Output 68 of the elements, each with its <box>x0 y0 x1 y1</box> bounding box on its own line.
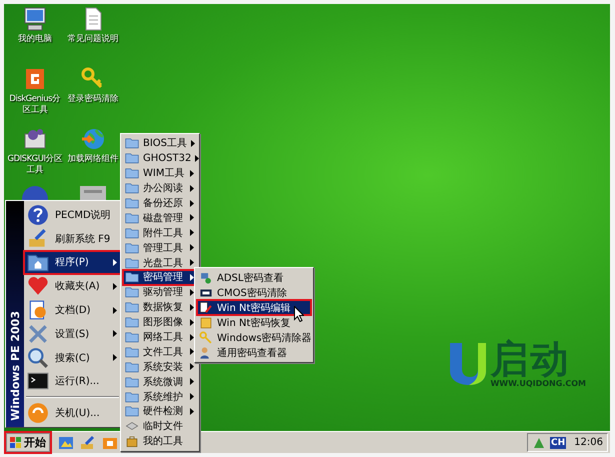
toolbox-icon <box>125 434 139 448</box>
start-menu-band-text: Windows PE 2003 <box>8 311 22 421</box>
start-menu-item[interactable]: 程序(P) <box>24 250 121 274</box>
windows-logo-icon <box>10 437 21 448</box>
mouse-pointer-icon <box>294 306 304 322</box>
start-menu-item[interactable]: PECMD说明 <box>24 203 121 227</box>
submenu-arrow-icon <box>113 330 117 338</box>
heart-icon <box>27 275 49 298</box>
search-icon <box>27 346 49 369</box>
menu-item[interactable]: CMOS密码清除 <box>197 285 311 300</box>
menu-item[interactable]: 密码管理 <box>123 270 197 285</box>
menu-item[interactable]: 我的工具 <box>123 434 197 449</box>
menu-item[interactable]: 图形图像 <box>123 314 197 330</box>
computer-icon <box>22 6 48 32</box>
start-menu-item[interactable]: 关机(U)... <box>24 401 121 426</box>
menu-item[interactable]: 硬件检测 <box>123 404 197 419</box>
menu-item[interactable]: 通用密码查看器 <box>197 345 311 360</box>
menu-item[interactable]: Win Nt密码恢复 <box>197 315 311 330</box>
desktop-icon-label: GDISKGUI分区工具 <box>6 154 64 176</box>
clock: 12:06 <box>573 437 603 448</box>
desktop-shortcut-icon[interactable] <box>58 434 74 450</box>
submenu-arrow-icon <box>190 200 194 206</box>
website-text: WWW.UQIDONG.COM <box>490 379 586 389</box>
desktop-icon-label: 常见问题说明 <box>66 34 120 45</box>
language-indicator[interactable]: CH <box>550 436 566 448</box>
submenu-arrow-icon <box>113 258 117 266</box>
menu-item[interactable]: ADSL密码查看 <box>197 270 311 285</box>
menu-item[interactable]: 网络工具 <box>123 330 197 344</box>
menu-item[interactable]: 附件工具 <box>123 225 197 240</box>
start-menu-item[interactable]: 搜索(C) <box>24 346 121 370</box>
menu-item[interactable]: 系统微调 <box>123 374 197 390</box>
pencil-icon <box>199 300 213 314</box>
menu-item[interactable]: Win Nt密码编辑 <box>197 300 311 315</box>
menu-item[interactable]: 光盘工具 <box>123 255 197 270</box>
menu-item[interactable]: 系统维护 <box>123 389 197 404</box>
menu-item[interactable]: 系统安装 <box>123 359 197 374</box>
start-button[interactable]: 开始 <box>6 433 50 452</box>
start-menu-item[interactable]: 运行(R)... <box>24 369 121 394</box>
start-menu-item[interactable]: 刷新系统 F9 <box>24 226 121 251</box>
desktop-icon-label: 我的电脑 <box>17 34 53 45</box>
menu-item[interactable]: 备份还原 <box>123 196 197 210</box>
menu-item[interactable]: WIM工具 <box>123 166 197 181</box>
start-menu-item[interactable]: 收藏夹(A) <box>24 274 121 298</box>
terminal-icon <box>27 370 49 392</box>
start-menu-item[interactable]: 文档(D) <box>24 298 121 322</box>
menu-item[interactable]: 驱动管理 <box>123 284 197 300</box>
globe-icon <box>80 126 106 152</box>
power-icon <box>27 402 49 424</box>
menu-item[interactable]: 办公阅读 <box>123 180 197 196</box>
menu-item[interactable]: 文件工具 <box>123 344 197 360</box>
menu-item[interactable]: 临时文件 <box>123 418 197 434</box>
u-logo-icon <box>448 341 488 387</box>
desktop-icon-label: 登录密码清除 <box>66 94 120 105</box>
menu-item[interactable]: Windows密码清除器 <box>197 330 311 345</box>
desktop-icon-label: 加载网络组件 <box>66 154 120 165</box>
menu-item[interactable]: 管理工具 <box>123 240 197 256</box>
brush-icon[interactable] <box>80 434 96 450</box>
logo-text: 启动 <box>490 339 570 379</box>
submenu-arrow-icon <box>113 282 117 290</box>
submenu-arrow-icon <box>113 354 117 362</box>
menu-item[interactable]: 磁盘管理 <box>123 210 197 226</box>
menu-item[interactable]: GHOST32 <box>123 150 197 166</box>
menu-item[interactable]: BIOS工具 <box>123 136 197 151</box>
submenu-arrow-icon <box>113 306 117 314</box>
menu-item[interactable]: 数据恢复 <box>123 300 197 315</box>
desktop-icon-label: DiskGenius分区工具 <box>8 94 62 116</box>
key-icon <box>199 330 213 344</box>
start-menu-item[interactable]: 设置(S) <box>24 322 121 346</box>
